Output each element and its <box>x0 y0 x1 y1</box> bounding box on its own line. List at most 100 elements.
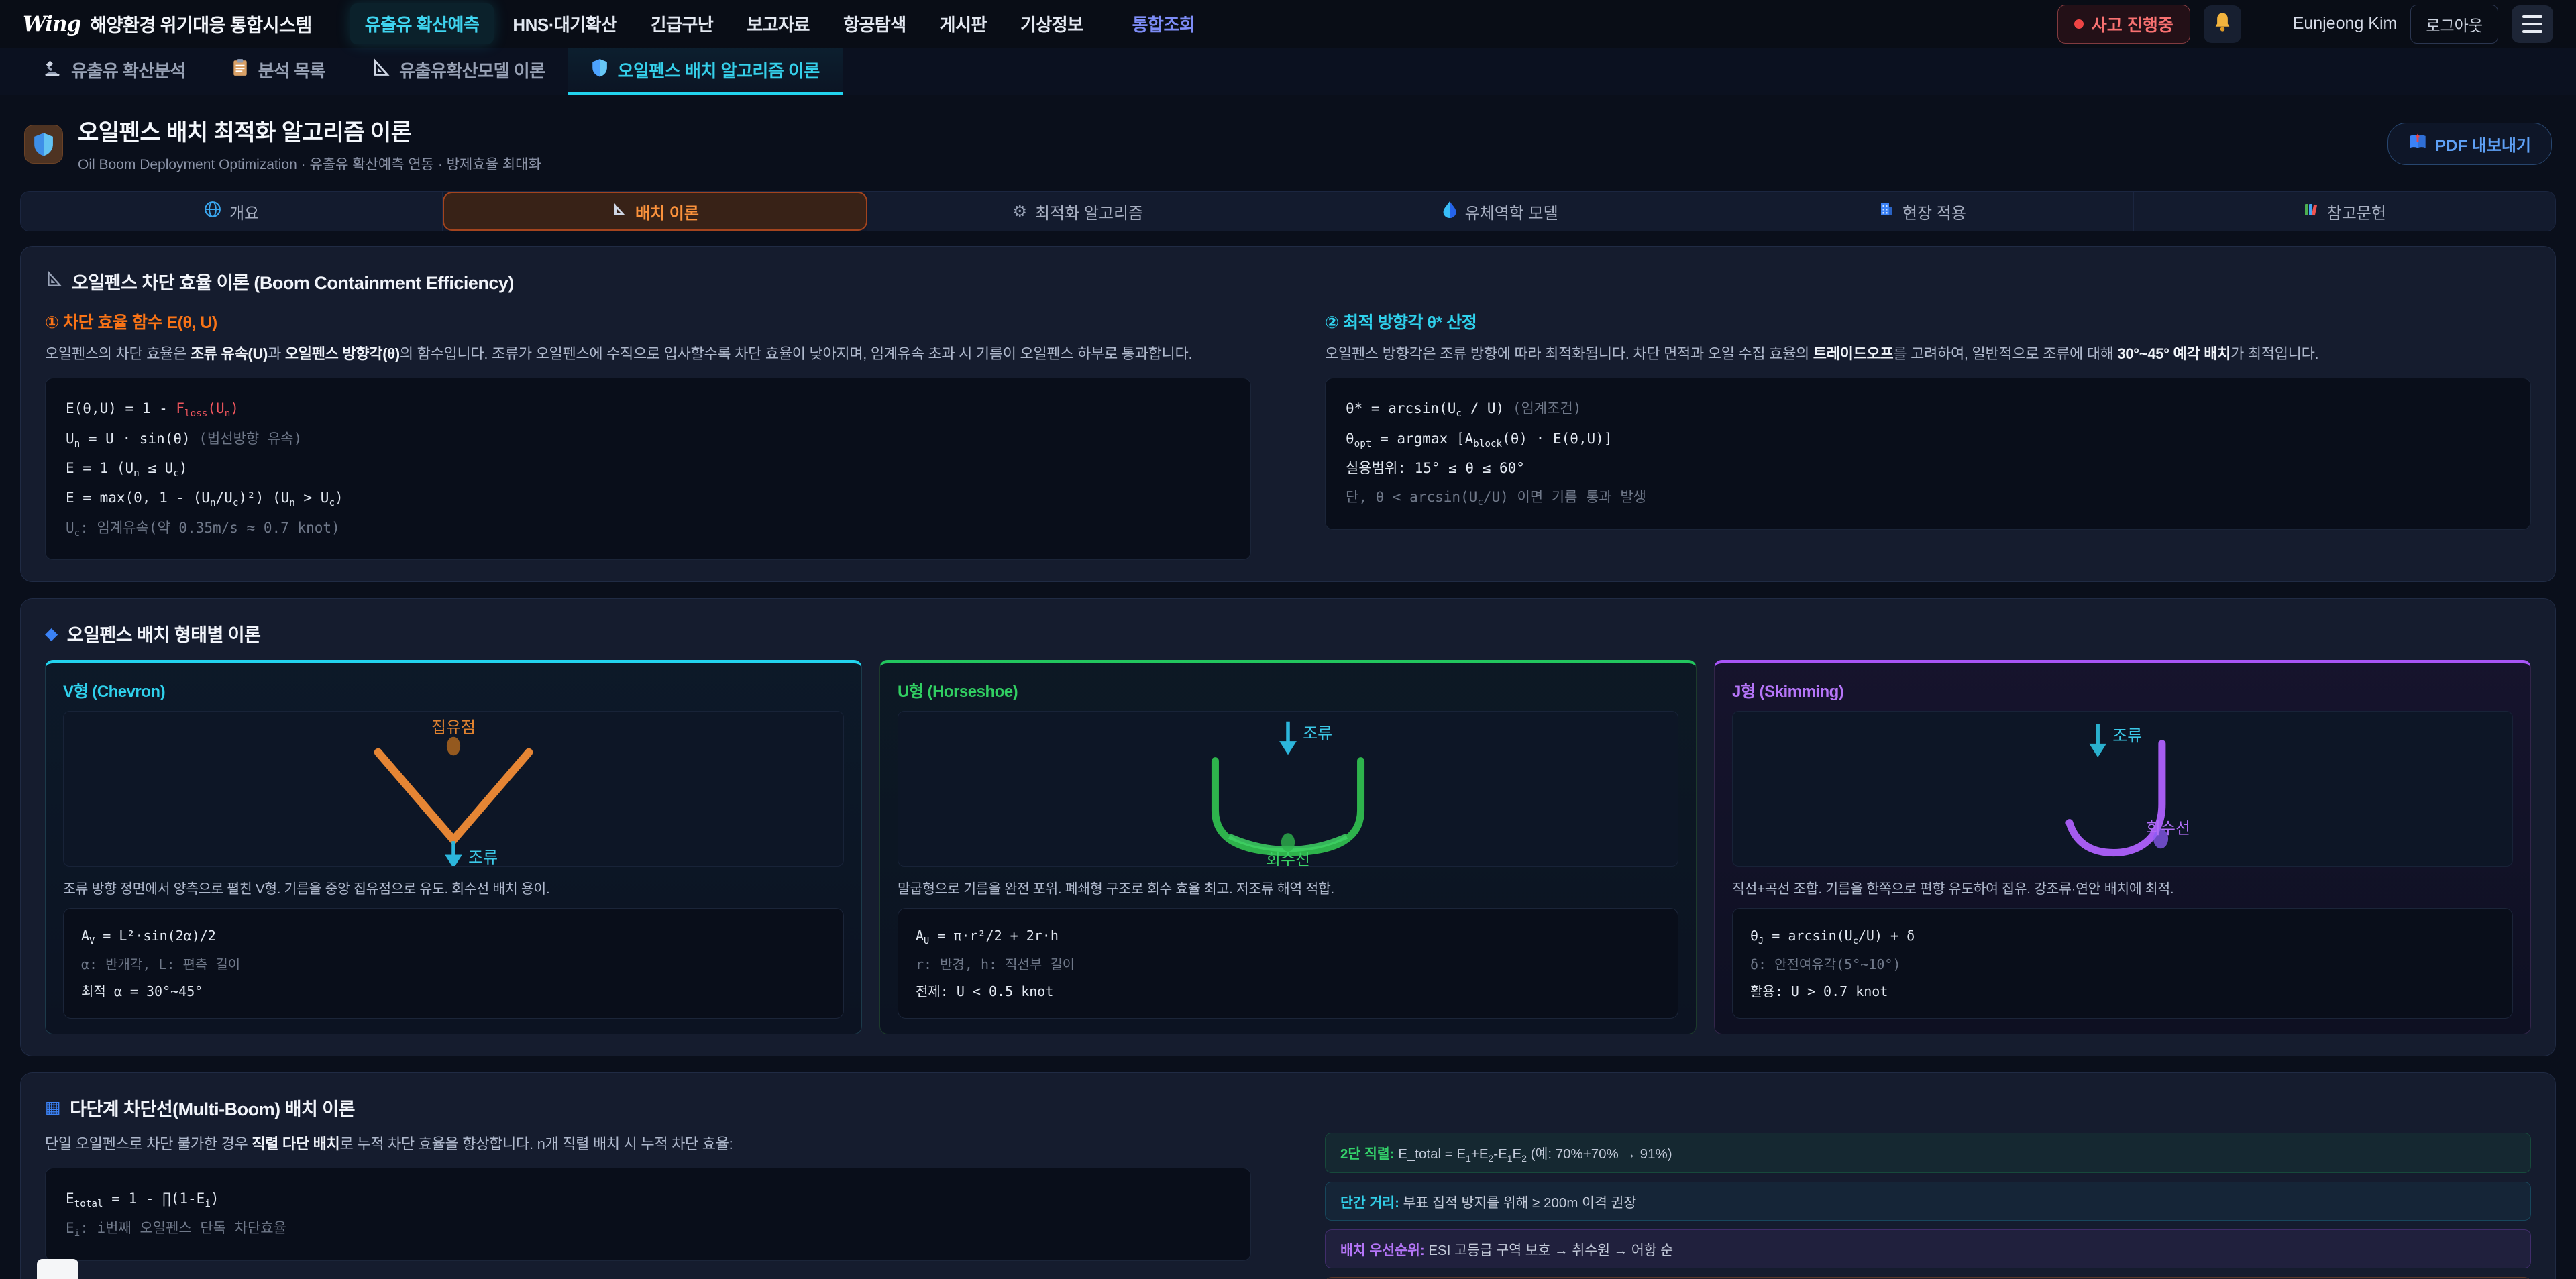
u-formula-block: AU = π·r²/2 + 2r·h r: 반경, h: 직선부 길이 전제: … <box>898 908 1678 1018</box>
shield-icon <box>591 58 608 82</box>
triangle-ruler-icon <box>45 270 62 292</box>
section-tab-hydrodynamics[interactable]: 유체역학 모델 <box>1289 192 1711 231</box>
multiboom-formula-block: Etotal = 1 - ∏(1-Ei) Ei: i번째 오일펜스 단독 차단효… <box>45 1168 1251 1261</box>
u-horseshoe-diagram: 조류 회수선 <box>898 711 1678 867</box>
section-tab-references[interactable]: 참고문헌 <box>2134 192 2555 231</box>
books-icon <box>2303 201 2319 222</box>
current-label: 조류 <box>468 849 498 867</box>
multi-boom-card: ▦ 다단계 차단선(Multi-Boom) 배치 이론 단일 오일펜스로 차단 … <box>20 1072 2556 1279</box>
containment-left-column: ① 차단 효율 함수 E(θ, U) 오일펜스의 차단 효율은 조류 유속(U)… <box>45 309 1251 560</box>
current-label: 조류 <box>1303 725 1332 743</box>
gear-icon: ⚙ <box>1012 202 1027 221</box>
j-skimming-diagram: 조류 회수선 <box>1732 711 2513 867</box>
bottom-left-widget[interactable] <box>37 1259 78 1279</box>
water-drop-icon <box>1442 201 1457 223</box>
card-title: 오일펜스 배치 형태별 이론 <box>67 620 261 647</box>
layout-caption: 직선+곡선 조합. 기름을 한쪽으로 편향 유도하여 집유. 강조류·연안 배치… <box>1732 877 2513 897</box>
recovery-line-label: 회수선 <box>2146 820 2190 838</box>
v-formula-block: AV = L²·sin(2α)/2 α: 반개각, L: 편측 길이 최적 α … <box>63 908 844 1018</box>
layout-card-j-skimming: J형 (Skimming) 조류 회수선 직선+곡선 조합. 기름을 한쪽으로 … <box>1714 660 2531 1034</box>
brand-title: 해양환경 위기대응 통합시스템 <box>90 11 311 37</box>
diamond-icon: ◆ <box>45 624 58 644</box>
subsection-paragraph: 오일펜스 방향각은 조류 방향에 따라 최적화됩니다. 차단 면적과 오일 수집… <box>1325 343 2531 366</box>
sub-tab-bar: 유출유 확산분석 분석 목록 유출유확산모델 이론 오일펜스 배치 알고리즘 이… <box>0 48 2576 95</box>
section-tab-deployment-theory[interactable]: 배치 이론 <box>443 192 867 231</box>
subsection-paragraph: 오일펜스의 차단 효율은 조류 유속(U)과 오일펜스 방향각(θ)의 함수입니… <box>45 343 1251 366</box>
bell-icon <box>2212 11 2233 36</box>
nav-item-board[interactable]: 게시판 <box>925 3 1002 44</box>
tab-analysis-list[interactable]: 분석 목록 <box>209 48 348 95</box>
user-name: Eunjeong Kim <box>2293 14 2398 34</box>
notifications-button[interactable] <box>2204 5 2241 43</box>
pdf-export-button[interactable]: PDF 내보내기 <box>2387 123 2552 165</box>
note-deployment-priority: 배치 우선순위: ESI 고등급 구역 보호 → 취수원 → 어항 순 <box>1325 1229 2531 1268</box>
subsection-heading: ② 최적 방향각 θ* 산정 <box>1325 309 2531 333</box>
multiboom-left-column: 단일 오일펜스로 차단 불가한 경우 직렬 다단 배치로 누적 차단 효율을 향… <box>45 1133 1251 1279</box>
incident-status-badge: 사고 진행중 <box>2057 5 2190 44</box>
incident-status-label: 사고 진행중 <box>2092 12 2174 36</box>
multiboom-right-column: 2단 직렬: E_total = E1+E2-E1E2 (예: 70%+70% … <box>1325 1133 2531 1279</box>
triangle-ruler-icon <box>371 58 390 82</box>
section-tab-label: 개요 <box>229 200 259 223</box>
building-icon <box>1878 201 1894 222</box>
layout-caption: 조류 방향 정면에서 양측으로 펼친 V형. 기름을 중앙 집유점으로 유도. … <box>63 877 844 897</box>
brand-logo: Wing <box>23 12 80 36</box>
nav-item-aerial-search[interactable]: 항공탐색 <box>828 3 921 44</box>
section-tab-label: 유체역학 모델 <box>1465 200 1558 223</box>
multiboom-paragraph: 단일 오일펜스로 차단 불가한 경우 직렬 다단 배치로 누적 차단 효율을 향… <box>45 1133 1251 1156</box>
menu-icon <box>2522 15 2542 18</box>
section-tab-label: 현장 적용 <box>1902 200 1966 223</box>
section-tab-field-application[interactable]: 현장 적용 <box>1711 192 2133 231</box>
brand: Wing 해양환경 위기대응 통합시스템 <box>23 11 312 37</box>
section-tab-label: 배치 이론 <box>635 200 699 223</box>
pdf-export-icon <box>2408 133 2427 155</box>
pdf-export-label: PDF 내보내기 <box>2435 132 2531 156</box>
globe-icon <box>204 201 221 223</box>
nav-item-integrated-search[interactable]: 통합조회 <box>1118 3 1210 44</box>
current-label: 조류 <box>2112 728 2142 746</box>
section-tab-bar: 개요 배치 이론 ⚙ 최적화 알고리즘 유체역학 모델 현장 적용 참고문헌 <box>20 191 2556 231</box>
nav-item-reports[interactable]: 보고자료 <box>732 3 824 44</box>
layout-card-title: J형 (Skimming) <box>1732 678 2513 702</box>
v-chevron-diagram: 집유점 조류 <box>63 711 844 867</box>
section-tab-optimization[interactable]: ⚙ 최적화 알고리즘 <box>867 192 1289 231</box>
tab-label: 유출유 확산분석 <box>71 58 186 82</box>
triangle-ruler-icon <box>611 201 627 222</box>
nav-item-hns[interactable]: HNS·대기확산 <box>498 3 631 44</box>
collection-point-label: 집유점 <box>431 719 476 737</box>
collection-point-dot <box>447 737 460 756</box>
top-navigation-bar: Wing 해양환경 위기대응 통합시스템 유출유 확산예측 HNS·대기확산 긴… <box>0 0 2576 48</box>
efficiency-formula-block: E(θ,U) = 1 - Floss(Un) Un = U · sin(θ) (… <box>45 378 1251 560</box>
layout-card-title: V형 (Chevron) <box>63 678 844 702</box>
recovery-line-label: 회수선 <box>1266 851 1310 866</box>
page-subtitle: Oil Boom Deployment Optimization · 유출유 확… <box>78 154 541 174</box>
incident-dot-icon <box>2074 19 2084 29</box>
recovery-point-dot <box>1281 834 1295 852</box>
note-stage-distance: 단간 거리: 부표 집적 방지를 위해 ≥ 200m 이격 권장 <box>1325 1182 2531 1221</box>
section-tab-label: 참고문헌 <box>2327 200 2386 223</box>
clipboard-icon <box>231 58 249 82</box>
tab-label: 유출유확산모델 이론 <box>399 58 545 82</box>
microscope-icon <box>43 58 62 82</box>
nav-item-rescue[interactable]: 긴급구난 <box>636 3 729 44</box>
nav-item-oil-spill-prediction[interactable]: 유출유 확산예측 <box>350 3 494 44</box>
page-title: 오일펜스 배치 최적화 알고리즘 이론 <box>78 114 541 147</box>
hamburger-menu-button[interactable] <box>2512 5 2553 43</box>
containment-right-column: ② 최적 방향각 θ* 산정 오일펜스 방향각은 조류 방향에 따라 최적화됩니… <box>1325 309 2531 560</box>
layout-card-v-chevron: V형 (Chevron) 집유점 조류 조류 방향 정면에서 양측으로 펼친 V… <box>45 660 862 1034</box>
logout-button[interactable]: 로그아웃 <box>2410 5 2498 44</box>
card-title: 오일펜스 차단 효율 이론 (Boom Containment Efficien… <box>72 268 514 294</box>
main-content: 오일펜스 차단 효율 이론 (Boom Containment Efficien… <box>0 231 2576 1279</box>
layout-caption: 말굽형으로 기름을 완전 포위. 폐쇄형 구조로 회수 효율 최고. 저조류 해… <box>898 877 1678 897</box>
note-series-two-stage: 2단 직렬: E_total = E1+E2-E1E2 (예: 70%+70% … <box>1325 1133 2531 1173</box>
j-formula-block: θJ = arcsin(Uc/U) + δ δ: 안전여유각(5°~10°) 활… <box>1732 908 2513 1018</box>
tab-boom-algorithm-theory[interactable]: 오일펜스 배치 알고리즘 이론 <box>568 48 843 95</box>
nav-item-weather[interactable]: 기상정보 <box>1006 3 1098 44</box>
section-tab-label: 최적화 알고리즘 <box>1035 200 1143 223</box>
tab-diffusion-model-theory[interactable]: 유출유확산모델 이론 <box>348 48 568 95</box>
card-title: 다단계 차단선(Multi-Boom) 배치 이론 <box>70 1095 355 1121</box>
tab-spill-analysis[interactable]: 유출유 확산분석 <box>20 48 209 95</box>
section-tab-overview[interactable]: 개요 <box>21 192 443 231</box>
boom-layout-types-card: ◆ 오일펜스 배치 형태별 이론 V형 (Chevron) 집유점 조류 <box>20 598 2556 1056</box>
page-title-shield-icon <box>24 125 63 164</box>
